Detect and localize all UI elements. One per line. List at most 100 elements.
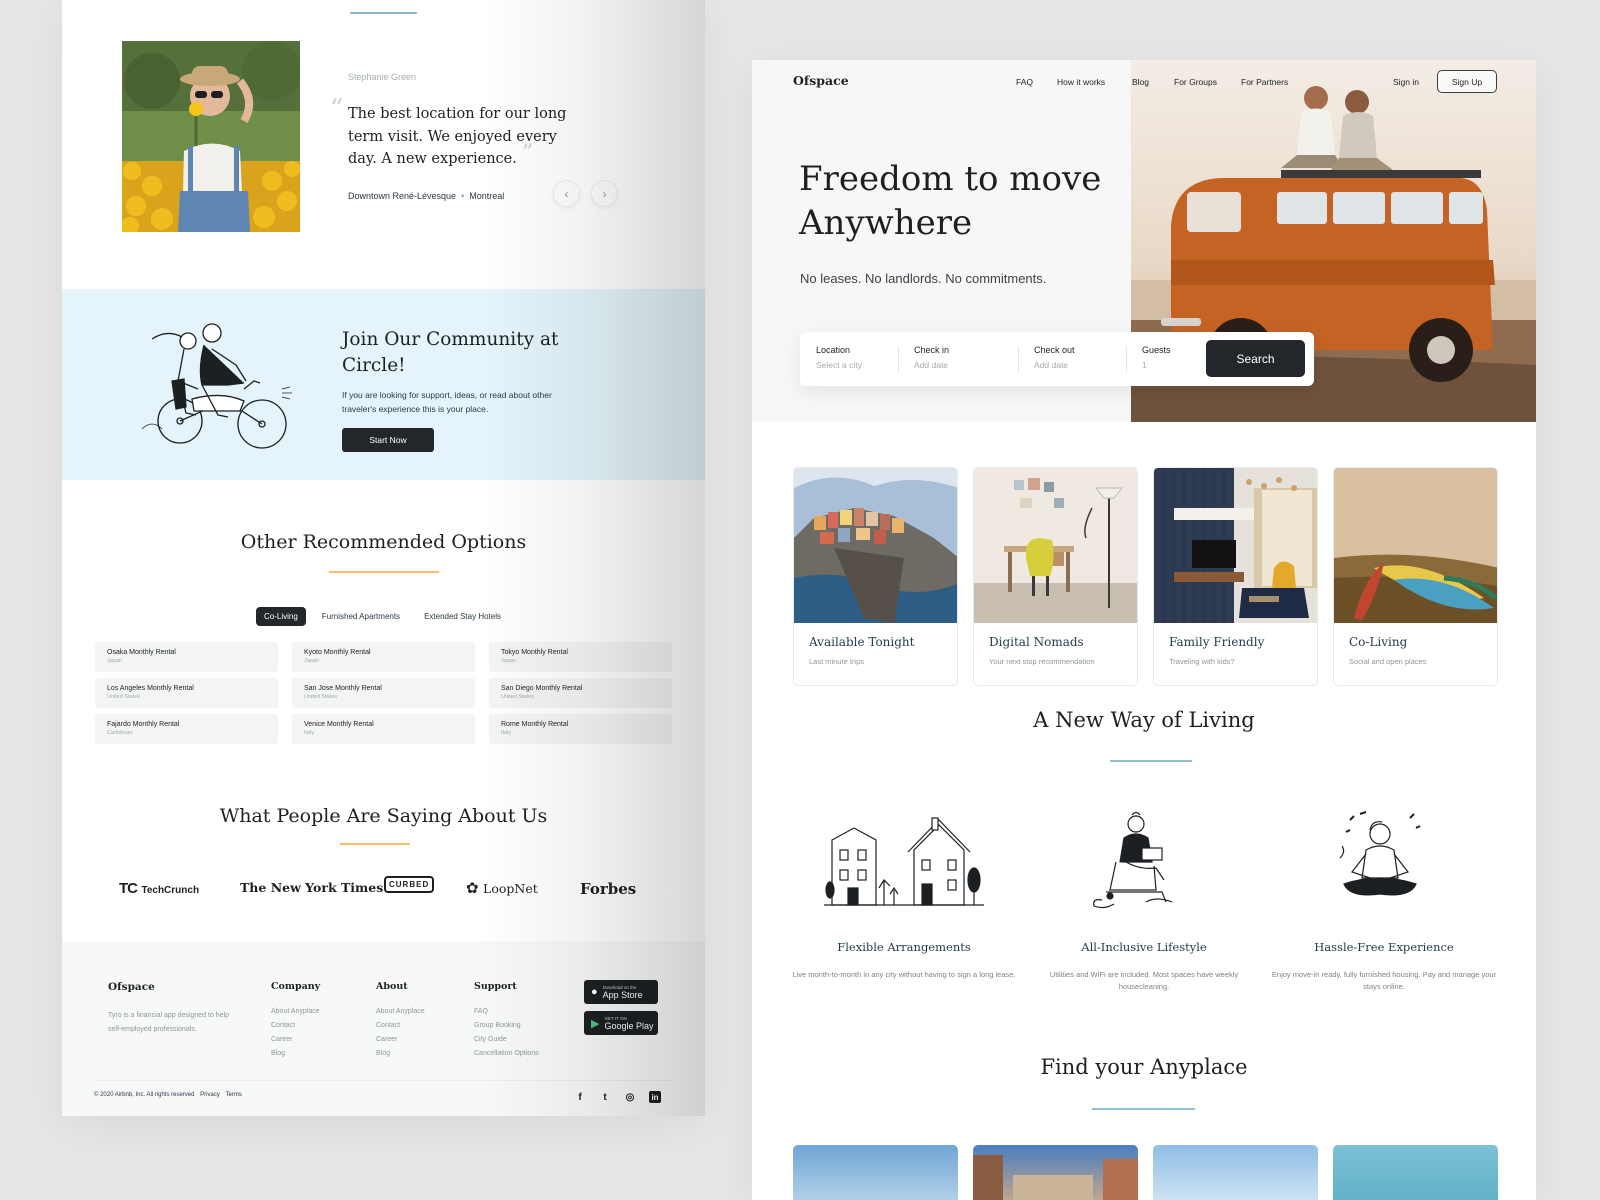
nav-blog[interactable]: Blog bbox=[1132, 77, 1149, 87]
press-logos: TC TechCrunch The New York Times CURBED … bbox=[62, 868, 705, 908]
instagram-icon[interactable]: ◎ bbox=[624, 1091, 636, 1103]
nav-for-groups[interactable]: For Groups bbox=[1174, 77, 1217, 87]
rental-card[interactable]: Fajardo Monthly Rental Caribbean bbox=[95, 714, 278, 744]
sign-in-link[interactable]: Sign in bbox=[1393, 77, 1419, 87]
footer-link[interactable]: About Anyplace bbox=[376, 1005, 425, 1019]
sign-up-button[interactable]: Sign Up bbox=[1437, 70, 1497, 93]
footer-link[interactable]: Contact bbox=[376, 1019, 425, 1033]
community-banner: Join Our Community at Circle! If you are… bbox=[62, 289, 705, 480]
rental-country: Japan bbox=[304, 658, 319, 664]
linkedin-icon[interactable]: in bbox=[649, 1091, 661, 1103]
field-value: Add date bbox=[1034, 360, 1069, 370]
carousel-prev-button[interactable]: ‹ bbox=[553, 180, 580, 207]
brand-logo[interactable]: Ofspace bbox=[793, 73, 849, 88]
footer-column-company: Company About Anyplace Contact Career Bl… bbox=[271, 981, 320, 1061]
find-anyplace-title: Find your Anyplace bbox=[1040, 1055, 1248, 1079]
anyplace-card[interactable] bbox=[1333, 1145, 1498, 1200]
nav-for-partners[interactable]: For Partners bbox=[1241, 77, 1288, 87]
nav-faq[interactable]: FAQ bbox=[1016, 77, 1033, 87]
check-out-field[interactable]: Check out Add date bbox=[1034, 345, 1075, 370]
category-card-digital-nomads[interactable]: Digital Nomads Your next stop recommenda… bbox=[973, 467, 1138, 686]
hero-subtitle: No leases. No landlords. No commitments. bbox=[800, 271, 1047, 286]
category-card-co-living[interactable]: Co-Living Social and open places bbox=[1333, 467, 1498, 686]
check-in-field[interactable]: Check in Add date bbox=[914, 345, 949, 370]
rental-card[interactable]: Rome Monthly Rental Italy bbox=[489, 714, 672, 744]
rental-card[interactable]: Venice Monthly Rental Italy bbox=[292, 714, 475, 744]
recommended-tabs: Co-Living Furnished Apartments Extended … bbox=[256, 607, 509, 626]
techcrunch-mark: TC bbox=[119, 880, 138, 897]
footer-link[interactable]: Blog bbox=[376, 1047, 425, 1061]
curbed-logo: CURBED bbox=[384, 876, 435, 893]
tab-co-living[interactable]: Co-Living bbox=[256, 607, 306, 626]
anyplace-card[interactable] bbox=[1153, 1145, 1318, 1200]
play-icon: ▶ bbox=[591, 1017, 600, 1030]
footer-link[interactable]: FAQ bbox=[474, 1005, 539, 1019]
rental-title: Tokyo Monthly Rental bbox=[501, 649, 568, 656]
motorcycle-illustration bbox=[132, 319, 302, 454]
rental-card[interactable]: San Diego Monthly Rental United States bbox=[489, 678, 672, 708]
footer-link[interactable]: About Anyplace bbox=[271, 1005, 320, 1019]
footer-link[interactable]: Career bbox=[376, 1033, 425, 1047]
terms-link[interactable]: Terms bbox=[226, 1092, 242, 1098]
facebook-icon[interactable]: f bbox=[574, 1091, 586, 1103]
app-store-button[interactable]: ● Download on the App Store bbox=[584, 980, 658, 1004]
footer-link[interactable]: Cancellation Options bbox=[474, 1047, 539, 1061]
nyt-logo: The New York Times bbox=[240, 880, 384, 895]
footer: Ofspace Tyro is a financial app designed… bbox=[62, 941, 705, 1116]
footer-link[interactable]: Contact bbox=[271, 1019, 320, 1033]
right-page: Ofspace FAQ How it works Blog For Groups… bbox=[752, 60, 1536, 1200]
google-play-button[interactable]: ▶ GET IT ON Google Play bbox=[584, 1011, 658, 1035]
testimonial-photo bbox=[122, 41, 300, 232]
divider bbox=[94, 1080, 673, 1081]
rental-card[interactable]: Osaka Monthly Rental Japan bbox=[95, 642, 278, 672]
feature-description: Enjoy move-in ready, fully furnished hou… bbox=[1271, 970, 1497, 991]
footer-link[interactable]: Group Booking bbox=[474, 1019, 539, 1033]
rental-card[interactable]: Los Angeles Monthly Rental United States bbox=[95, 678, 278, 708]
footer-brand: Ofspace bbox=[108, 981, 155, 993]
close-quote-icon: ” bbox=[522, 141, 534, 166]
feature-title: Flexible Arrangements bbox=[837, 940, 971, 954]
category-card-family-friendly[interactable]: Family Friendly Traveling with kids? bbox=[1153, 467, 1318, 686]
rental-title: Los Angeles Monthly Rental bbox=[107, 685, 194, 692]
location-city: Montreal bbox=[469, 191, 505, 201]
divider bbox=[340, 843, 410, 845]
anyplace-card[interactable] bbox=[793, 1145, 958, 1200]
community-description: If you are looking for support, ideas, o… bbox=[342, 390, 552, 414]
field-label: Check in bbox=[914, 345, 950, 355]
footer-link[interactable]: Blog bbox=[271, 1047, 320, 1061]
carousel-next-button[interactable]: › bbox=[591, 180, 618, 207]
category-title: Digital Nomads bbox=[989, 635, 1084, 649]
nav-how-it-works[interactable]: How it works bbox=[1057, 77, 1105, 87]
rental-card[interactable]: Kyoto Monthly Rental Japan bbox=[292, 642, 475, 672]
chevron-left-icon: ‹ bbox=[564, 186, 569, 201]
tab-furnished-apartments[interactable]: Furnished Apartments bbox=[314, 607, 408, 626]
footer-link[interactable]: City Guide bbox=[474, 1033, 539, 1047]
location-field[interactable]: Location Select a city bbox=[816, 345, 862, 370]
search-button[interactable]: Search bbox=[1206, 340, 1305, 377]
category-image bbox=[1154, 468, 1317, 623]
field-label: Check out bbox=[1034, 345, 1075, 355]
rental-card[interactable]: Tokyo Monthly Rental Japan bbox=[489, 642, 672, 672]
separator: • bbox=[461, 191, 465, 201]
divider bbox=[1092, 1108, 1195, 1110]
feature-title: Hassle-Free Experience bbox=[1314, 940, 1454, 954]
rental-title: Venice Monthly Rental bbox=[304, 721, 374, 728]
rental-card[interactable]: San Jose Monthly Rental United States bbox=[292, 678, 475, 708]
category-subtitle: Traveling with kids? bbox=[1169, 657, 1235, 666]
privacy-link[interactable]: Privacy bbox=[200, 1092, 220, 1098]
store-name: App Store bbox=[602, 989, 643, 1000]
footer-link[interactable]: Career bbox=[271, 1033, 320, 1047]
category-card-available-tonight[interactable]: Available Tonight Last minute trips bbox=[793, 467, 958, 686]
divider bbox=[898, 346, 899, 372]
category-image bbox=[794, 468, 957, 623]
anyplace-card[interactable] bbox=[973, 1145, 1138, 1200]
guests-field[interactable]: Guests 1 bbox=[1142, 345, 1171, 370]
testimonial-author: Stephanie Green bbox=[348, 72, 417, 82]
twitter-icon[interactable]: t bbox=[599, 1091, 611, 1103]
tab-extended-stay-hotels[interactable]: Extended Stay Hotels bbox=[416, 607, 509, 626]
category-title: Available Tonight bbox=[809, 635, 915, 649]
start-now-button[interactable]: Start Now bbox=[342, 428, 434, 452]
rental-title: Osaka Monthly Rental bbox=[107, 649, 176, 656]
rental-country: Japan bbox=[501, 658, 516, 664]
copyright: © 2020 Airbnb, Inc. All rights reserved … bbox=[94, 1092, 242, 1098]
